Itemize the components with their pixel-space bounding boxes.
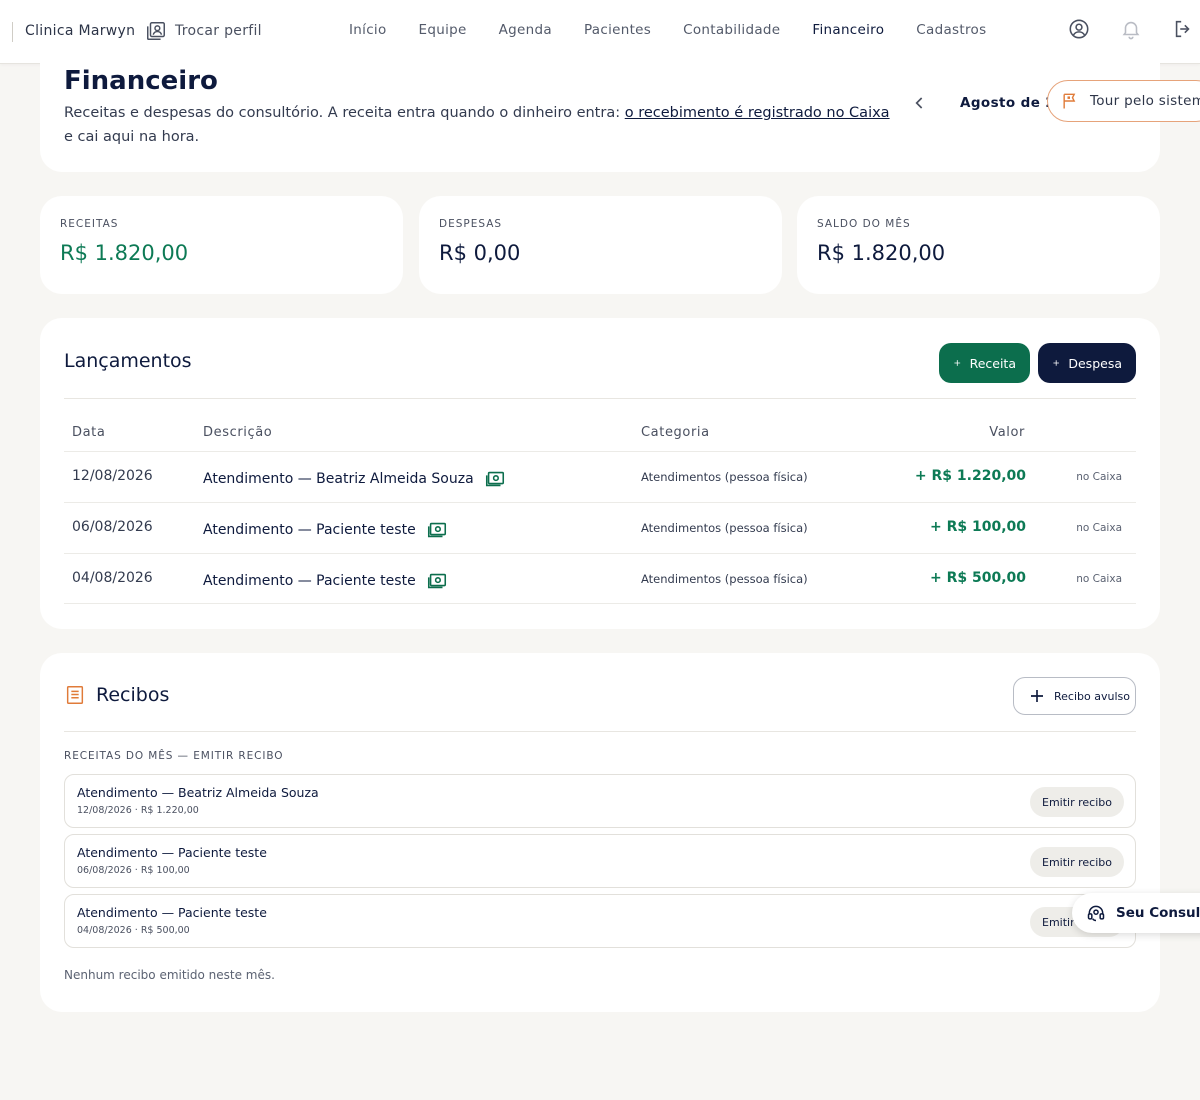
lancamentos-card: Lançamentos Receita Despesa Data Descriç… bbox=[40, 318, 1160, 629]
clinic-name: Clinica Marwyn bbox=[25, 23, 136, 39]
receipt-meta: 06/08/2026 · R$ 100,00 bbox=[77, 865, 190, 876]
headset-icon bbox=[1087, 905, 1105, 922]
receipt-icon bbox=[66, 686, 84, 704]
row-date: 12/08/2026 bbox=[72, 468, 153, 484]
section-title: Recibos bbox=[96, 684, 170, 706]
row-description: Atendimento — Paciente teste bbox=[203, 519, 448, 541]
stat-despesas: DESPESAS R$ 0,00 bbox=[419, 196, 782, 294]
stat-value: R$ 0,00 bbox=[439, 241, 521, 265]
row-description-text: Atendimento — Paciente teste bbox=[203, 573, 416, 589]
table-row: 04/08/2026 Atendimento — Paciente teste … bbox=[64, 553, 1136, 604]
receipt-meta: 04/08/2026 · R$ 500,00 bbox=[77, 925, 190, 936]
page-title: Financeiro bbox=[64, 66, 218, 96]
tour-label: Tour pelo sistema bbox=[1090, 93, 1200, 109]
consultant-chat-button[interactable]: Seu Consultor bbox=[1072, 893, 1200, 933]
add-recibo-avulso-label: Recibo avulso bbox=[1054, 689, 1130, 703]
description-text: Receitas e despesas do consultório. A re… bbox=[64, 105, 625, 121]
row-date: 06/08/2026 bbox=[72, 519, 153, 535]
recibos-subheading: RECEITAS DO MÊS — EMITIR RECIBO bbox=[64, 750, 284, 762]
row-value: + R$ 1.220,00 bbox=[914, 468, 1026, 484]
add-despesa-button[interactable]: Despesa bbox=[1038, 343, 1136, 383]
row-value: + R$ 500,00 bbox=[929, 570, 1026, 586]
divider bbox=[64, 731, 1136, 732]
page-header-card: Financeiro Receitas e despesas do consul… bbox=[40, 40, 1160, 172]
column-header-data: Data bbox=[72, 425, 106, 440]
profile-switch-icon bbox=[147, 22, 165, 40]
cash-icon bbox=[427, 573, 446, 589]
receipt-name: Atendimento — Paciente teste bbox=[77, 845, 267, 860]
row-description: Atendimento — Paciente teste bbox=[203, 570, 448, 592]
add-receita-button[interactable]: Receita bbox=[939, 343, 1030, 383]
row-date: 04/08/2026 bbox=[72, 570, 153, 586]
column-header-descricao: Descrição bbox=[203, 425, 273, 440]
recibos-heading: Recibos bbox=[64, 684, 169, 706]
receipt-meta: 12/08/2026 · R$ 1.220,00 bbox=[77, 805, 199, 816]
row-description-text: Atendimento — Paciente teste bbox=[203, 522, 416, 538]
divider bbox=[64, 398, 1136, 399]
stat-label: SALDO DO MÊS bbox=[817, 218, 911, 230]
row-origin: no Caixa bbox=[1076, 573, 1122, 585]
row-category: Atendimentos (pessoa física) bbox=[641, 470, 808, 484]
row-description: Atendimento — Beatriz Almeida Souza bbox=[203, 468, 506, 490]
list-item: Atendimento — Beatriz Almeida Souza 12/0… bbox=[64, 774, 1136, 828]
add-despesa-label: Despesa bbox=[1068, 355, 1122, 371]
receipt-name: Atendimento — Beatriz Almeida Souza bbox=[77, 785, 319, 800]
row-origin: no Caixa bbox=[1076, 522, 1122, 534]
chevron-left-icon[interactable] bbox=[910, 93, 930, 113]
stat-label: DESPESAS bbox=[439, 218, 503, 230]
stat-label: RECEITAS bbox=[60, 218, 119, 230]
bell-icon[interactable] bbox=[1120, 18, 1142, 40]
top-actions bbox=[1068, 18, 1200, 40]
table-row: 12/08/2026 Atendimento — Beatriz Almeida… bbox=[64, 451, 1136, 502]
recibos-card: Recibos Recibo avulso RECEITAS DO MÊS — … bbox=[40, 653, 1160, 1012]
row-origin: no Caixa bbox=[1076, 471, 1122, 483]
column-header-valor: Valor bbox=[989, 425, 1025, 440]
plus-icon bbox=[1053, 360, 1059, 366]
caixa-link[interactable]: o recebimento é registrado no Caixa bbox=[625, 105, 890, 121]
receipt-name: Atendimento — Paciente teste bbox=[77, 905, 267, 920]
logout-icon[interactable] bbox=[1172, 18, 1194, 40]
stat-value: R$ 1.820,00 bbox=[817, 241, 946, 265]
emit-receipt-button[interactable]: Emitir recibo bbox=[1030, 787, 1124, 817]
row-category: Atendimentos (pessoa física) bbox=[641, 572, 808, 586]
row-category: Atendimentos (pessoa física) bbox=[641, 521, 808, 535]
emit-receipt-button[interactable]: Emitir recibo bbox=[1030, 847, 1124, 877]
plus-icon bbox=[954, 360, 961, 366]
empty-receipts-note: Nenhum recibo emitido neste mês. bbox=[64, 968, 275, 982]
tour-button[interactable]: Tour pelo sistema bbox=[1047, 80, 1200, 122]
column-header-categoria: Categoria bbox=[641, 425, 710, 440]
section-title: Lançamentos bbox=[64, 350, 192, 372]
row-description-text: Atendimento — Beatriz Almeida Souza bbox=[203, 471, 474, 487]
stat-saldo: SALDO DO MÊS R$ 1.820,00 bbox=[797, 196, 1160, 294]
row-value: + R$ 100,00 bbox=[929, 519, 1026, 535]
consultant-label: Seu Consultor bbox=[1116, 905, 1200, 921]
switch-profile-label: Trocar perfil bbox=[175, 23, 262, 39]
add-recibo-avulso-button[interactable]: Recibo avulso bbox=[1013, 677, 1136, 715]
cash-icon bbox=[485, 471, 504, 487]
flag-icon bbox=[1063, 93, 1076, 109]
table-row: 06/08/2026 Atendimento — Paciente teste … bbox=[64, 502, 1136, 553]
list-item: Atendimento — Paciente teste 04/08/2026 … bbox=[64, 894, 1136, 948]
stat-receitas: RECEITAS R$ 1.820,00 bbox=[40, 196, 403, 294]
description-text-end: e cai aqui na hora. bbox=[64, 129, 200, 145]
cash-icon bbox=[427, 522, 446, 538]
page-description: Receitas e despesas do consultório. A re… bbox=[64, 101, 894, 149]
list-item: Atendimento — Paciente teste 06/08/2026 … bbox=[64, 834, 1136, 888]
add-receita-label: Receita bbox=[969, 355, 1016, 371]
clinic-divider bbox=[12, 22, 13, 42]
stat-value: R$ 1.820,00 bbox=[60, 241, 189, 265]
plus-icon bbox=[1031, 690, 1043, 702]
user-circle-icon[interactable] bbox=[1068, 18, 1090, 40]
switch-profile-button[interactable]: Trocar perfil bbox=[145, 20, 262, 42]
